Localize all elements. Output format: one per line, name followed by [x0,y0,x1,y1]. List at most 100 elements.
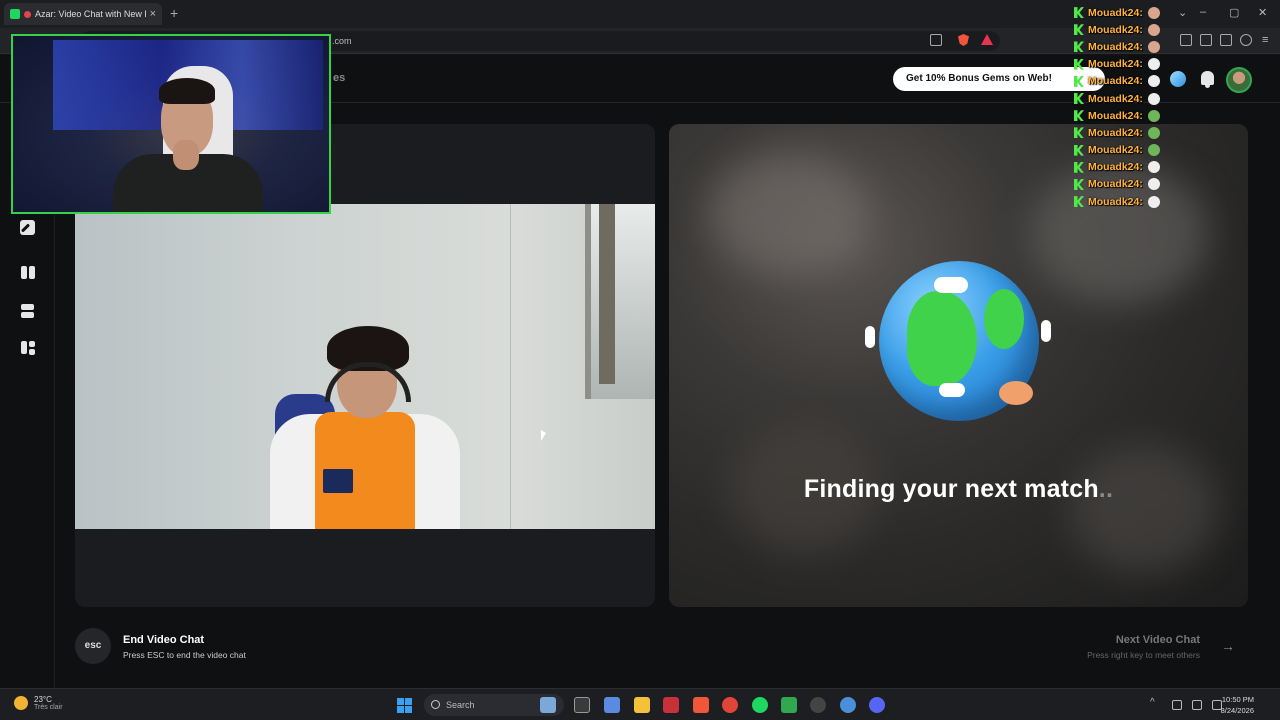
kick-badge-icon [1074,144,1084,156]
azar-favicon-icon [10,9,20,19]
obs-icon[interactable] [810,697,826,713]
chat-username: Mouadk24: [1088,92,1143,105]
chat-username: Mouadk24: [1088,144,1143,157]
chrome-profile-icon[interactable] [840,697,856,713]
kick-badge-icon [1074,7,1084,19]
layout-split-icon[interactable] [20,265,35,280]
cast-icon[interactable] [930,34,942,46]
kick-badge-icon [1074,127,1084,139]
ghost-emote-icon [1147,195,1160,208]
frog-emote-icon [1147,126,1160,139]
sun-icon [14,696,28,710]
browser-tab-azar[interactable]: Azar: Video Chat with New Pe × [4,3,162,25]
chat-message: Mouadk24: [1074,193,1194,210]
discord-icon[interactable] [869,697,885,713]
ghost-emote-icon [1147,58,1160,71]
wallet-icon[interactable] [1200,34,1212,46]
finding-match-text: Finding your next match.. [803,475,1114,503]
chat-message: Mouadk24: [1074,90,1194,107]
my-camera-feed [75,204,655,529]
chat-message: Mouadk24: [1074,142,1194,159]
clock-time: 10:50 PM [1221,695,1254,704]
streamer-webcam-overlay [11,34,331,214]
network-icon[interactable] [1192,700,1202,710]
chat-username: Mouadk24: [1088,58,1143,71]
chat-message: Mouadk24: [1074,124,1194,141]
spotify-icon[interactable] [752,697,768,713]
ghost-emote-icon [1147,92,1160,105]
kick-badge-icon [1074,161,1084,173]
weather-widget[interactable]: 23°C Très clair [14,695,63,711]
chat-message: Mouadk24: [1074,159,1194,176]
chat-message: Mouadk24: [1074,56,1194,73]
new-tab-button[interactable]: + [170,5,178,21]
terminal-icon[interactable] [574,697,590,713]
background-window [585,204,655,399]
ghost-emote-icon [1147,178,1160,191]
task-view-icon[interactable] [540,697,556,713]
bell-icon[interactable] [1201,71,1214,88]
kick-badge-icon [1074,196,1084,208]
end-chat-hint: Press ESC to end the video chat [123,650,246,660]
frog-emote-icon [1147,109,1160,122]
next-chat-hint: Press right key to meet others [1087,650,1200,660]
copilot-icon[interactable] [604,697,620,713]
cloud-right [1041,320,1051,342]
kick-badge-icon [1074,93,1084,105]
minimize-icon[interactable]: – [1200,6,1206,18]
brave-rewards-icon[interactable] [981,34,993,45]
kick-badge-icon [1074,58,1084,70]
layout-grid-icon[interactable] [20,340,35,355]
streamer-hand [173,140,199,170]
kick-badge-icon [1074,24,1084,36]
cloud-left [865,326,875,348]
ghost-emote-icon [1147,75,1160,88]
globe-icon [879,261,1039,421]
kick-badge-icon [1074,178,1084,190]
app-red-icon[interactable] [663,697,679,713]
chat-username: Mouadk24: [1088,23,1143,36]
weather-temperature: 23°C [34,695,52,704]
mic-tray-icon[interactable] [1172,700,1182,710]
next-chat-arrow-button[interactable]: → [1210,628,1246,664]
menu-icon[interactable]: ≡ [1262,34,1268,46]
windows-start-icon[interactable] [397,698,412,713]
recording-dot-icon [24,10,31,18]
media-player-icon[interactable] [781,697,797,713]
brave-taskbar-icon[interactable] [693,697,709,713]
system-clock[interactable]: 10:50 PM 8/24/2026 [1221,694,1254,716]
vpn-icon[interactable] [1240,34,1252,46]
kick-badge-icon [1074,41,1084,53]
chat-message: Mouadk24: [1074,21,1194,38]
maximize-icon[interactable]: ▢ [1229,6,1239,19]
chat-controls-bar: esc End Video Chat Press ESC to end the … [75,623,1248,673]
edit-icon[interactable] [20,220,35,235]
url-text: .com [332,36,352,46]
chat-message: Mouadk24: [1074,38,1194,55]
end-chat-esc-button[interactable]: esc [75,628,111,664]
chat-message: Mouadk24: [1074,107,1194,124]
face-emote-icon [1147,6,1160,19]
face-emote-icon [1147,23,1160,36]
profile-avatar[interactable] [1226,67,1252,93]
file-explorer-icon[interactable] [634,697,650,713]
face-emote-icon [1147,40,1160,53]
layout-stack-icon[interactable] [20,303,35,318]
windows-taskbar: 23°C Très clair Search ^ 10:50 PM 8/24/2… [0,688,1280,720]
streamer-hair [159,78,215,104]
clock-date: 8/24/2026 [1220,706,1254,715]
chrome-icon[interactable] [722,697,738,713]
mouse-cursor-icon [541,430,546,441]
extensions-icon[interactable] [1220,34,1232,46]
chat-message: Mouadk24: [1074,176,1194,193]
vest-logo [323,469,353,493]
tab-title: Azar: Video Chat with New Pe [35,9,146,19]
window-close-icon[interactable]: ✕ [1258,6,1267,19]
chat-username: Mouadk24: [1088,109,1143,122]
chat-username: Mouadk24: [1088,40,1143,53]
chat-message: Mouadk24: [1074,73,1194,90]
tray-chevron-icon[interactable]: ^ [1150,697,1160,708]
tab-close-icon[interactable]: × [150,8,156,20]
frog-emote-icon [1147,144,1160,157]
nav-partial-label[interactable]: es [333,72,345,84]
